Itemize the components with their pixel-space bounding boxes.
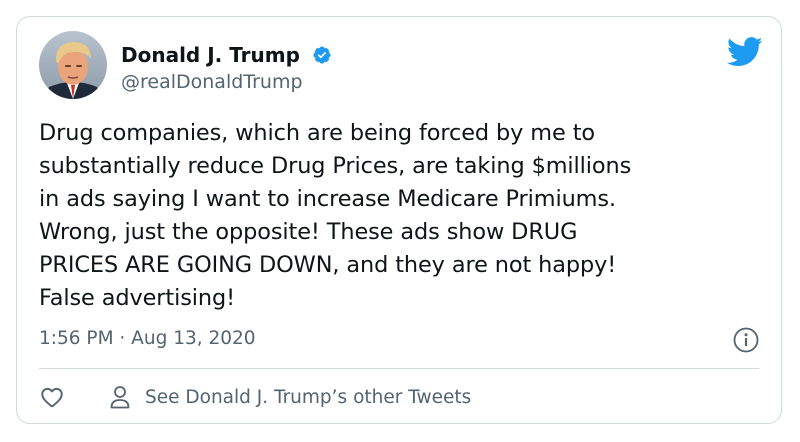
tweet-card: Donald J. Trump @realDonaldTrump Drug co… — [16, 16, 782, 424]
author-handle[interactable]: @realDonaldTrump — [121, 70, 303, 94]
twitter-bird-icon[interactable] — [727, 37, 763, 67]
heart-icon[interactable] — [39, 384, 65, 410]
author-name-row[interactable]: Donald J. Trump — [121, 43, 332, 67]
see-other-tweets-link[interactable]: See Donald J. Trump’s other Tweets — [109, 383, 471, 411]
author-name[interactable]: Donald J. Trump — [121, 43, 300, 67]
avatar-image — [39, 31, 107, 99]
info-icon[interactable] — [733, 327, 759, 353]
verified-badge-icon — [313, 46, 331, 64]
timestamp-link[interactable]: 1:56 PM · Aug 13, 2020 — [39, 327, 256, 351]
see-other-tweets-label[interactable]: See Donald J. Trump’s other Tweets — [145, 387, 471, 408]
divider — [39, 368, 759, 369]
avatar[interactable] — [39, 31, 107, 99]
tweet-text: Drug companies, which are being forced b… — [39, 120, 632, 311]
person-icon — [110, 386, 130, 409]
